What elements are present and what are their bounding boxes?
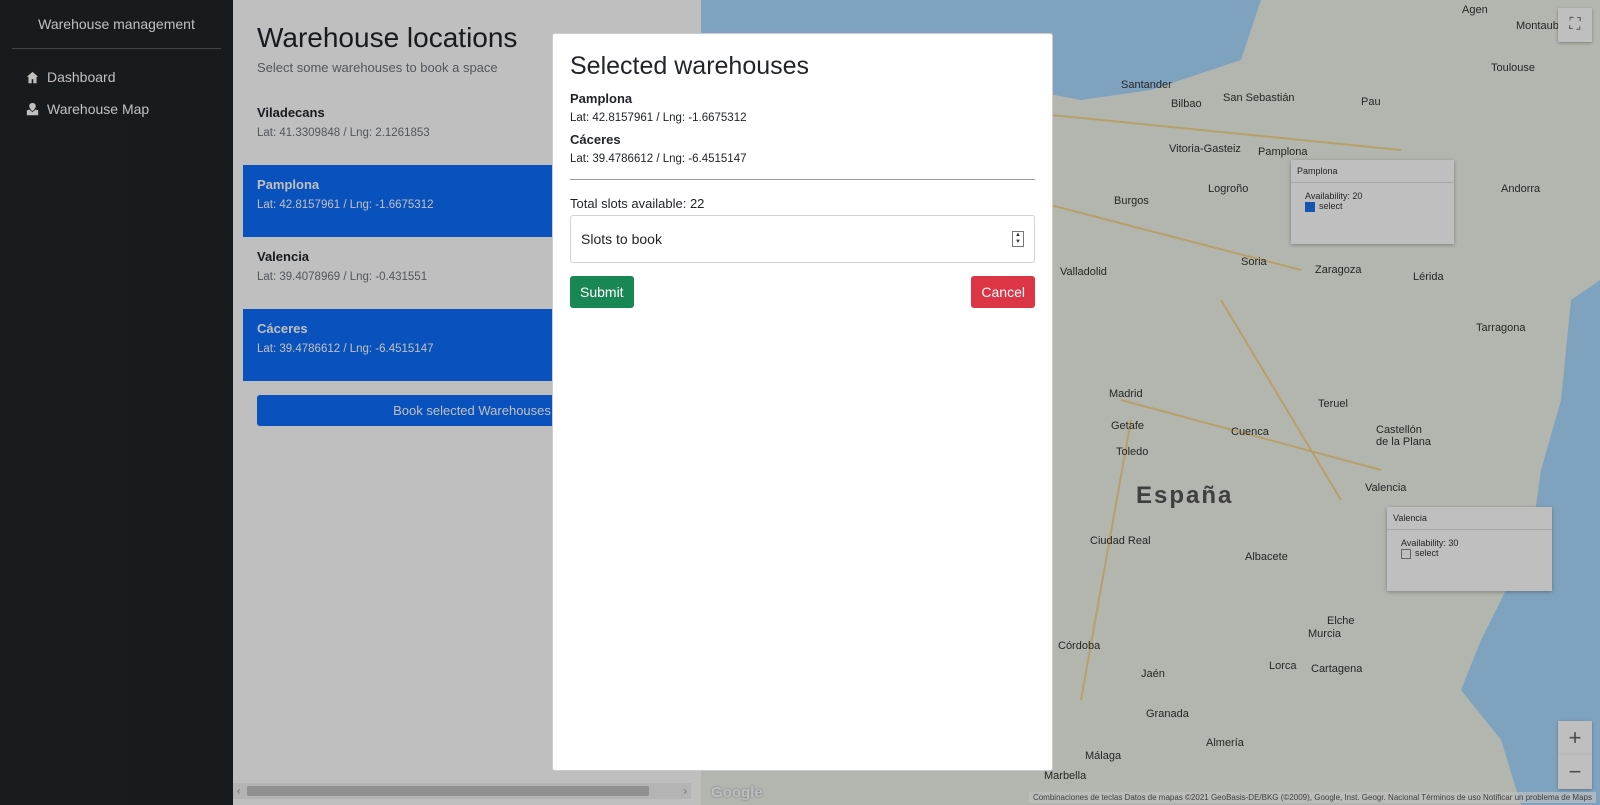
selected-coords: Lat: 42.8157961 / Lng: -1.6675312 <box>570 112 747 124</box>
selected-coords: Lat: 39.4786612 / Lng: -6.4515147 <box>570 153 747 165</box>
selected-warehouses-modal: Selected warehouses Pamplona Lat: 42.815… <box>552 33 1053 771</box>
cancel-button[interactable]: Cancel <box>971 276 1035 308</box>
slots-to-book-input[interactable]: Slots to book ▲ ▼ <box>570 215 1035 263</box>
modal-actions: Submit Cancel <box>570 276 1035 308</box>
divider <box>570 179 1035 180</box>
selected-item: Cáceres Lat: 39.4786612 / Lng: -6.451514… <box>570 132 1035 165</box>
selected-name: Pamplona <box>570 91 633 106</box>
selected-item: Pamplona Lat: 42.8157961 / Lng: -1.66753… <box>570 91 1035 124</box>
slots-placeholder: Slots to book <box>581 231 662 247</box>
modal-title: Selected warehouses <box>570 52 810 80</box>
spinner-up-icon[interactable]: ▲ <box>1013 232 1023 239</box>
selected-name: Cáceres <box>570 132 621 147</box>
number-spinner[interactable]: ▲ ▼ <box>1012 231 1024 247</box>
spinner-down-icon[interactable]: ▼ <box>1013 239 1023 246</box>
total-slots-label: Total slots available: 22 <box>570 196 705 211</box>
submit-button[interactable]: Submit <box>570 276 634 308</box>
